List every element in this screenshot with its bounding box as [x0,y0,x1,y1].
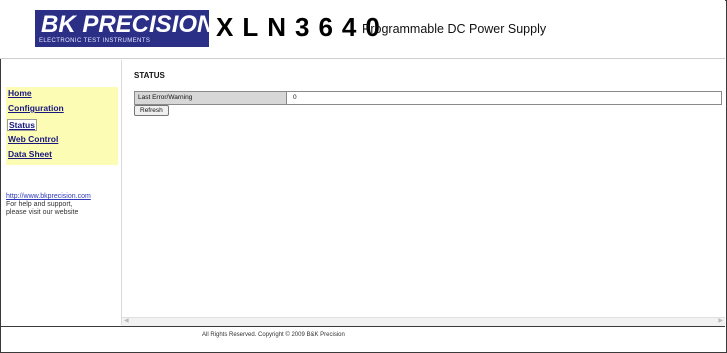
refresh-button[interactable]: Refresh [134,105,169,116]
nav-configuration[interactable]: Configuration [8,103,64,113]
bk-precision-logo: BK PRECISION ELECTRONIC TEST INSTRUMENTS [35,10,214,47]
nav-status[interactable]: Status [7,119,37,131]
website-link[interactable]: http://www.bkprecision.com [6,193,122,201]
last-error-value: 0 [293,94,297,101]
logo-tagline: ELECTRONIC TEST INSTRUMENTS [39,38,151,44]
scroll-right-icon[interactable]: ▶ [718,317,723,324]
main-content: STATUS Last Error/Warning 0 Refresh [122,60,725,325]
footer-divider [0,326,725,327]
page-title: STATUS [134,71,165,80]
horizontal-scrollbar[interactable]: ◀ ▶ [122,317,725,326]
last-error-label: Last Error/Warning [135,92,287,104]
status-row: Last Error/Warning 0 [134,91,722,105]
header: BK PRECISION ELECTRONIC TEST INSTRUMENTS… [0,0,725,58]
footer-copyright: All Rights Reserved. Copyright © 2009 B&… [202,332,345,338]
nav-home[interactable]: Home [8,88,32,98]
sidebar-nav: Home Configuration Status Web Control Da… [6,87,118,165]
nav-data-sheet[interactable]: Data Sheet [8,149,52,159]
help-text-line1: For help and support, [6,201,73,208]
product-subtitle: Programmable DC Power Supply [362,22,547,36]
nav-web-control[interactable]: Web Control [8,134,58,144]
header-divider [0,58,725,59]
help-text-line2: please visit our website [6,209,79,216]
sidebar-info: http://www.bkprecision.com For help and … [6,193,122,217]
scroll-left-icon[interactable]: ◀ [124,317,129,324]
logo-text: BK PRECISION [41,11,215,38]
